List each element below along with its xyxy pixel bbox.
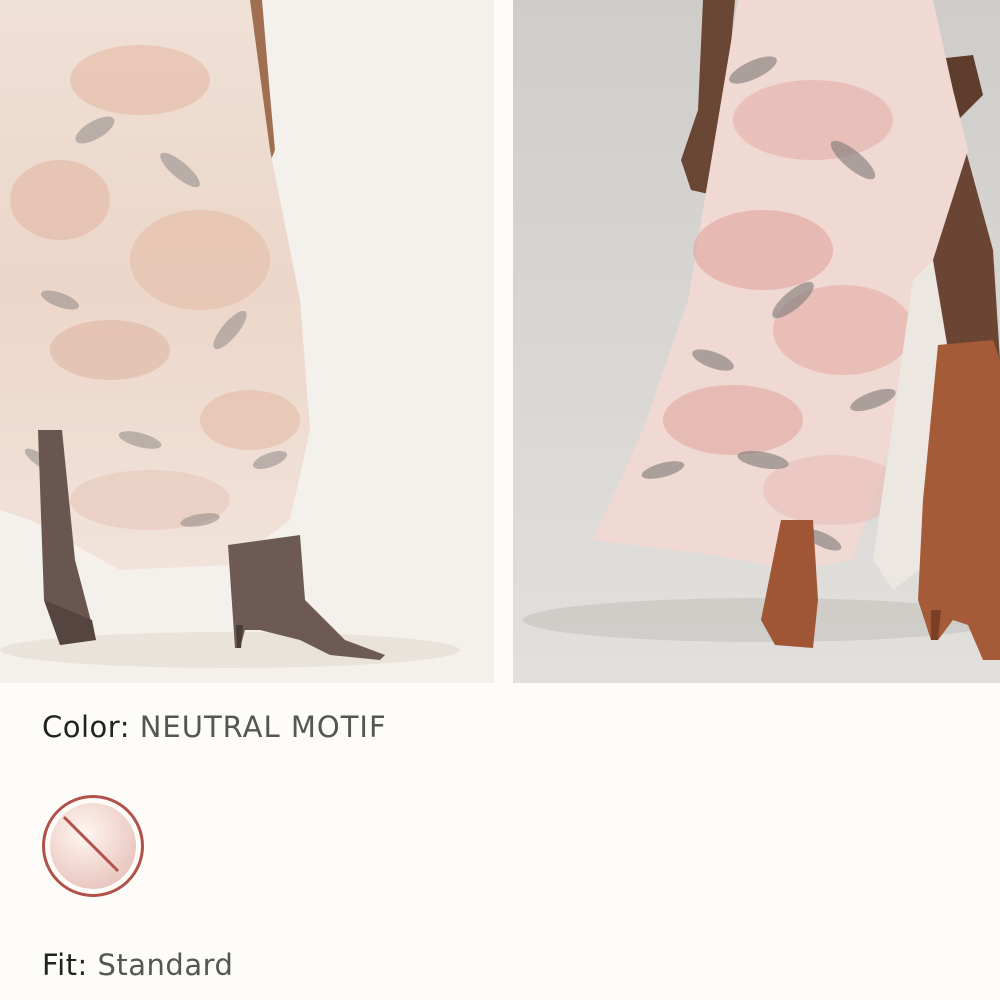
product-image-side[interactable] [513,0,1000,683]
swatch-pattern [50,803,136,889]
color-swatch-neutral-motif[interactable] [42,795,144,897]
fit-value: Standard [97,948,234,982]
color-selector-label: Color: NEUTRAL MOTIF [42,710,387,744]
unavailable-strike-icon [62,815,120,873]
product-photo-front [0,0,494,683]
selected-color-value: NEUTRAL MOTIF [139,710,387,744]
product-image-front[interactable] [0,0,494,683]
fit-info: Fit: Standard [42,948,233,982]
product-image-gallery [0,0,1000,683]
fit-label: Fit: [42,948,98,982]
product-photo-side [513,0,1000,683]
color-label: Color: [42,710,140,744]
